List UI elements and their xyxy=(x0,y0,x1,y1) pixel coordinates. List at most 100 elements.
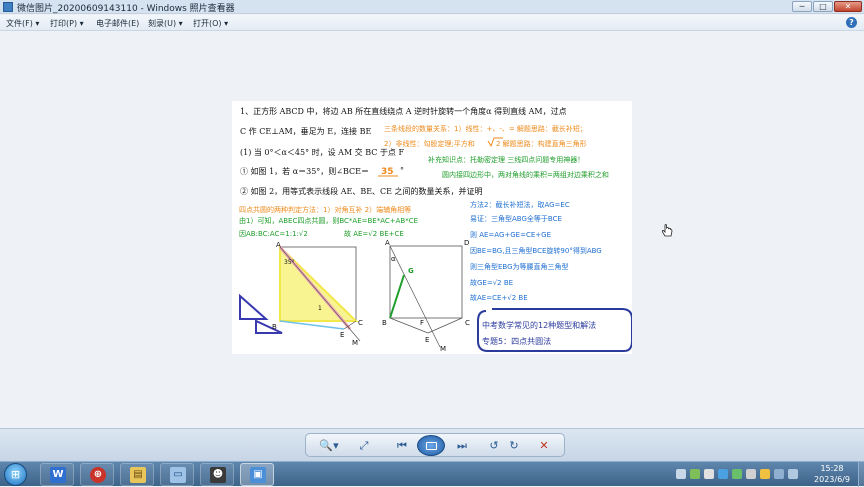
tray-app-icon-5[interactable] xyxy=(746,469,756,479)
note-green-1: 补充知识点：托勒密定理 三线四点问题专用神器！ xyxy=(428,155,584,164)
label-b-1: B xyxy=(272,323,277,331)
slideshow-icon xyxy=(426,442,437,450)
clock-date[interactable]: 2023/6/9 xyxy=(808,475,856,484)
label-alpha: α xyxy=(391,255,396,263)
label-a-1: A xyxy=(276,241,281,249)
figure-2: A D α G B F C E M xyxy=(382,239,470,353)
green-segment xyxy=(389,274,405,319)
tray-up-icon[interactable] xyxy=(676,469,686,479)
label-b-2: B xyxy=(382,319,387,327)
hand-triangle-2 xyxy=(255,319,283,334)
label-d-2: D xyxy=(464,239,469,247)
tray-app-icon-1[interactable] xyxy=(690,469,700,479)
note-orange-1: 三条线段的数量关系：1）线性：+、-、= 解题思路：截长补短； xyxy=(384,124,587,133)
displayed-photo: 1、正方形 ABCD 中，将边 AB 所在直线绕点 A 逆时针旋转一个角度α 得… xyxy=(232,101,632,354)
clock-time[interactable]: 15:28 xyxy=(810,464,854,473)
window-title: 微信图片_20200609143110 - Windows 照片查看器 xyxy=(17,4,235,14)
rotate-ccw-icon[interactable]: ↺ xyxy=(486,438,502,454)
note-green-2: 圆内接四边形中，两对角线的乘积=两组对边乘积之和 xyxy=(442,170,609,179)
problem-line-2: C 作 CE⊥AM，垂足为 E，连接 BE xyxy=(240,126,371,136)
maximize-button[interactable]: □ xyxy=(813,1,833,12)
label-f-2: F xyxy=(420,319,424,327)
viewer-toolbar: 🔍▾ ⤢ ⏮ ⏭ ↺ ↻ ✕ xyxy=(0,428,864,461)
task-wps-writer[interactable]: W xyxy=(40,463,74,486)
show-desktop-button[interactable] xyxy=(858,462,864,487)
answer-degree: ° xyxy=(400,166,404,175)
next-icon[interactable]: ⏭ xyxy=(454,438,470,454)
note-left-2: 由1）可知，ABEC四点共圆，则BC*AE=BE*AC+AB*CE xyxy=(239,216,418,225)
note-left-3: 因AB:BC:AC=1:1:√2 xyxy=(239,230,308,238)
menu-print[interactable]: 打印(P) ▾ xyxy=(50,18,84,29)
delete-icon[interactable]: ✕ xyxy=(536,438,552,454)
math-notes-image: 1、正方形 ABCD 中，将边 AB 所在直线绕点 A 逆时针旋转一个角度α 得… xyxy=(239,106,632,353)
label-g: G xyxy=(408,267,414,275)
label-c-2: C xyxy=(465,319,470,327)
label-e-1: E xyxy=(340,331,344,339)
zoom-icon[interactable]: 🔍▾ xyxy=(316,438,342,454)
wps-icon: W xyxy=(50,467,66,483)
slideshow-button[interactable] xyxy=(417,435,445,456)
tray-app-icon-3[interactable] xyxy=(718,469,728,479)
start-button[interactable]: ⊞ xyxy=(4,463,27,486)
menu-file[interactable]: 文件(F) ▾ xyxy=(6,18,39,29)
note-right-2: 易证：三角型ABG全等于BCE xyxy=(470,214,562,223)
note-right-3: 则 AE=AG+GE=CE+GE xyxy=(470,231,551,239)
rotate-cw-icon[interactable]: ↻ xyxy=(506,438,522,454)
task-file-explorer[interactable]: ▤ xyxy=(120,463,154,486)
tray-app-icon-2[interactable] xyxy=(704,469,714,479)
problem-line-5: ② 如图 2，用等式表示线段 AE、BE、CE 之间的数量关系，并证明 xyxy=(240,186,483,196)
problem-line-3: (1) 当 0°＜α＜45° 时，设 AM 交 BC 于点 F xyxy=(240,147,404,157)
tray-app-icon-4[interactable] xyxy=(732,469,742,479)
note-right-5: 则三角型EBG为等腰直角三角型 xyxy=(470,262,569,271)
label-a-2: A xyxy=(385,239,390,247)
taskbar: ⊞ W ⊕ ▤ ▭ ☻ ▣ 15:28 2023/6/9 xyxy=(0,461,864,487)
label-m-1: M xyxy=(352,339,358,347)
hand-cursor-icon xyxy=(661,224,673,237)
label-35: 35° xyxy=(284,259,295,266)
viewer-controls: 🔍▾ ⤢ ⏮ ⏭ ↺ ↻ ✕ xyxy=(305,433,565,457)
note-right-4: 因BE=BG,且三角型BCE旋转90°得到ABG xyxy=(470,246,602,255)
tray-app-icon-6[interactable] xyxy=(760,469,770,479)
hand-triangle-1 xyxy=(239,293,269,320)
previous-icon[interactable]: ⏮ xyxy=(394,438,410,454)
red-app-icon: ⊕ xyxy=(90,467,106,483)
task-app-window[interactable]: ▭ xyxy=(160,463,194,486)
photo-viewer-task-icon: ▣ xyxy=(250,467,266,483)
label-one: 1 xyxy=(318,305,322,312)
volume-icon[interactable] xyxy=(788,469,798,479)
problem-line-1: 1、正方形 ABCD 中，将边 AB 所在直线绕点 A 逆时针旋转一个角度α 得… xyxy=(240,106,567,116)
title-bar[interactable]: 微信图片_20200609143110 - Windows 照片查看器 ─ □ … xyxy=(0,0,864,14)
task-app-red[interactable]: ⊕ xyxy=(80,463,114,486)
note-right-6: 故GE=√2 BE xyxy=(470,278,513,287)
summary-subtitle: 专题5：四点共圆法 xyxy=(482,336,551,346)
minimize-button[interactable]: ─ xyxy=(792,1,812,12)
task-app-face[interactable]: ☻ xyxy=(200,463,234,486)
label-e-2: E xyxy=(425,336,429,344)
note-right-1: 方法2：截长补短法，取AG=EC xyxy=(470,200,570,209)
problem-line-4: ① 如图 1，若 α＝35°，则∠BCE＝ xyxy=(240,166,369,176)
network-icon[interactable] xyxy=(774,469,784,479)
label-c-1: C xyxy=(358,319,363,327)
menu-bar: 文件(F) ▾ 打印(P) ▾ 电子邮件(E) 刻录(U) ▾ 打开(O) ▾ … xyxy=(0,15,864,31)
window-app-icon: ▭ xyxy=(170,467,186,483)
note-left-1: 四点共圆的两种判定方法：1）对角互补 2）端辅角相等 xyxy=(239,205,411,214)
task-photo-viewer[interactable]: ▣ xyxy=(240,463,274,486)
figure-1: A 35° 1 B C E M xyxy=(239,241,363,347)
fit-window-icon[interactable]: ⤢ xyxy=(356,438,372,454)
line-be-1 xyxy=(279,320,345,330)
close-button[interactable]: ✕ xyxy=(834,1,862,12)
note-left-4: 故 AE=√2 BE+CE xyxy=(344,229,404,238)
summary-title: 中考数学常见的12种题型和解法 xyxy=(482,320,596,330)
line-ce-2 xyxy=(427,317,463,334)
note-orange-2b: 2 解题思路：构建直角三角形 xyxy=(496,139,587,148)
menu-open[interactable]: 打开(O) ▾ xyxy=(193,18,228,29)
menu-burn[interactable]: 刻录(U) ▾ xyxy=(148,18,183,29)
help-icon[interactable]: ? xyxy=(846,17,857,28)
note-right-7: 故AE=CE+√2 BE xyxy=(470,293,528,302)
menu-email[interactable]: 电子邮件(E) xyxy=(96,18,139,29)
note-orange-2: 2）非线性：勾股定理;平方和 xyxy=(384,139,475,148)
photo-viewer-icon xyxy=(3,2,13,12)
label-m-2: M xyxy=(440,345,446,353)
face-app-icon: ☻ xyxy=(210,467,226,483)
folder-icon: ▤ xyxy=(130,467,146,483)
